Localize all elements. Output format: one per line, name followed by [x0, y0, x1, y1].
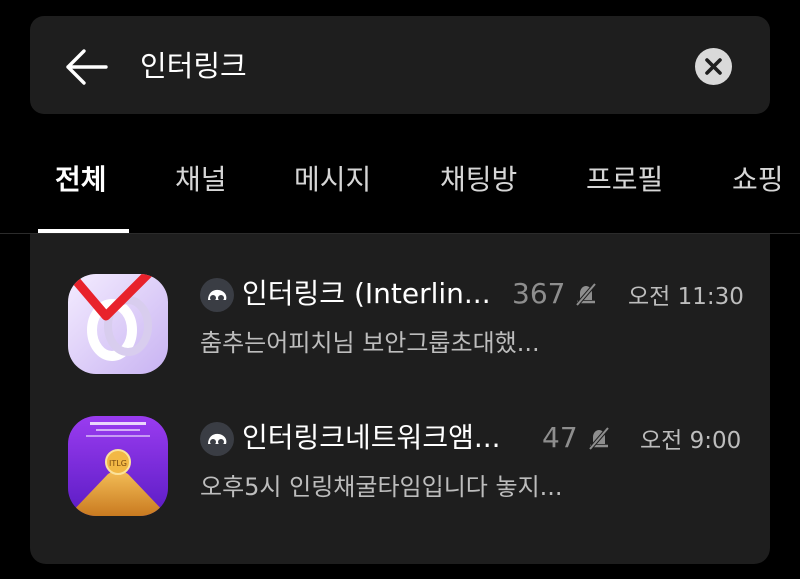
tab-all[interactable]: 전체 — [55, 160, 107, 200]
chatroom-thumbnail: ITLG — [68, 416, 168, 516]
member-count: 367 — [512, 277, 566, 310]
list-item[interactable]: ITLG 인터링크네트워크앰... 47 오전 9:00 오후5시 인링채굴타임… — [30, 400, 770, 530]
back-arrow-icon[interactable] — [62, 44, 112, 90]
last-message-time: 오전 9:00 — [640, 428, 742, 454]
last-message-time: 오전 11:30 — [628, 284, 744, 310]
openchat-icon — [200, 278, 234, 312]
chatroom-title: 인터링크네트워크앰... — [242, 421, 501, 454]
last-message-preview: 춤추는어피치님 보안그룹초대했... — [200, 329, 540, 357]
chatroom-thumbnail — [68, 274, 168, 374]
results-list: 인터링크 (Interlin... 367 오전 11:30 춤추는어피치님 보… — [30, 234, 770, 564]
search-input[interactable]: 인터링크 — [140, 46, 247, 86]
last-message-preview: 오후5시 인링채굴타임입니다 놓지... — [200, 473, 563, 501]
svg-text:ITLG: ITLG — [109, 459, 127, 468]
tab-messages[interactable]: 메시지 — [294, 160, 371, 200]
member-count: 47 — [542, 421, 578, 454]
tab-channel[interactable]: 채널 — [175, 160, 227, 200]
list-item[interactable]: 인터링크 (Interlin... 367 오전 11:30 춤추는어피치님 보… — [30, 256, 770, 386]
openchat-icon — [200, 422, 234, 456]
tab-profile[interactable]: 프로필 — [586, 160, 663, 200]
mute-bell-icon — [573, 281, 599, 307]
chatroom-title: 인터링크 (Interlin... — [242, 277, 491, 310]
tab-chatrooms[interactable]: 채팅방 — [440, 160, 517, 200]
mute-bell-icon — [586, 425, 612, 451]
tab-shopping[interactable]: 쇼핑 — [732, 160, 784, 200]
clear-search-icon[interactable] — [695, 48, 732, 85]
